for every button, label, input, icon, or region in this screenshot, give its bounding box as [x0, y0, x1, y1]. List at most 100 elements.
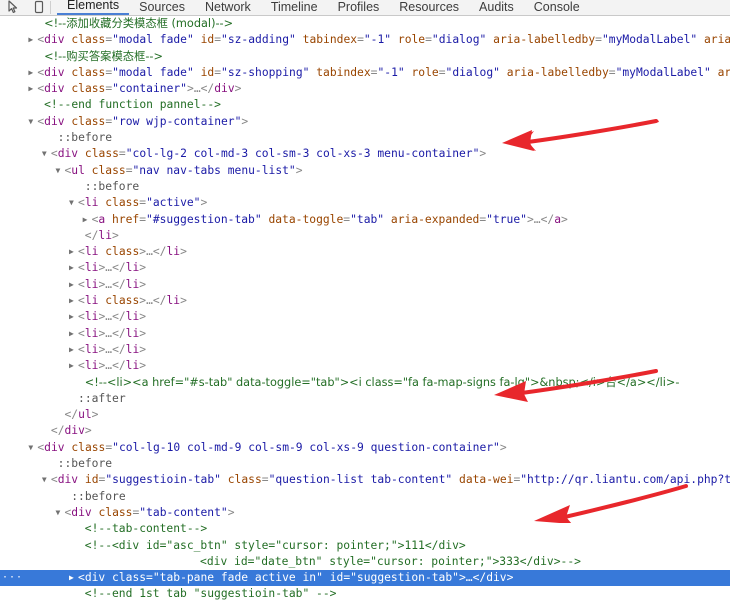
dom-tree-line[interactable]: ▼ <div class="col-lg-10 col-md-9 col-sm-9…: [0, 440, 730, 456]
expand-triangle-closed-icon[interactable]: ▶: [69, 326, 78, 342]
code-token-punct: =: [146, 571, 153, 585]
code-token-punct: <: [78, 294, 85, 308]
triangle-placeholder: [76, 375, 85, 391]
device-toolbar-icon[interactable]: [32, 0, 46, 15]
code-token-tag: div: [44, 440, 65, 454]
tab-audits[interactable]: Audits: [469, 0, 524, 15]
triangle-placeholder: [49, 130, 58, 146]
dom-tree-line[interactable]: ▶ <li>…</li>: [0, 309, 730, 325]
dom-tree-line[interactable]: <!--end function pannel-->: [0, 97, 730, 113]
dom-tree-line[interactable]: ::before: [0, 179, 730, 195]
code-token-tag: div: [44, 65, 65, 79]
dom-tree-line[interactable]: ▶ <li>…</li>: [0, 342, 730, 358]
code-token-punct: >: [227, 505, 235, 519]
dom-tree-line[interactable]: ▼ <div class="tab-content">: [0, 505, 730, 521]
code-token-cmt: <!--end function pannel-->: [44, 98, 221, 112]
code-token-punct: </: [84, 228, 99, 242]
code-token-tag: li: [98, 228, 113, 242]
code-token-attr: class: [98, 294, 140, 308]
devtools-toolbar: Elements Sources Network Timeline Profil…: [0, 0, 730, 16]
code-token-tag: li: [84, 359, 99, 373]
dom-tree-line[interactable]: </ul>: [0, 407, 730, 423]
dom-tree-line[interactable]: <!--<div id="asc_btn" style="cursor: poi…: [0, 538, 730, 554]
code-token-pseudo: ::after: [78, 391, 126, 405]
expand-triangle-closed-icon[interactable]: ▶: [69, 244, 78, 260]
dom-tree-line[interactable]: ▶ <div class="container">…</div>: [0, 81, 730, 97]
dom-tree-line[interactable]: </li>: [0, 228, 730, 244]
code-token-tag: li: [84, 310, 99, 324]
dom-tree-line[interactable]: ▼ <div id="suggestioin-tab" class="questi…: [0, 472, 730, 488]
expand-triangle-closed-icon[interactable]: ▶: [69, 277, 78, 293]
code-token-punct: <: [78, 245, 85, 259]
dom-tree-line[interactable]: ▼ <ul class="nav nav-tabs menu-list">: [0, 163, 730, 179]
tab-elements[interactable]: Elements: [57, 0, 130, 15]
expand-triangle-closed-icon[interactable]: ▶: [69, 358, 78, 374]
expand-triangle-open-icon[interactable]: ▼: [28, 440, 37, 456]
expand-triangle-open-icon[interactable]: ▼: [42, 146, 51, 162]
dom-tree-line[interactable]: ··· ▶ <div class="tab-pane fade active in"…: [0, 570, 730, 587]
expand-triangle-closed-icon[interactable]: ▶: [28, 65, 37, 81]
dom-tree-line[interactable]: ::after: [0, 391, 730, 407]
dom-tree-line[interactable]: <!--购买答案模态框-->: [0, 49, 730, 65]
code-token-punct: >: [112, 228, 119, 242]
dom-tree-line[interactable]: ::before: [0, 489, 730, 505]
code-token-dots: …: [146, 294, 153, 308]
code-token-val: "myModalLabel": [615, 65, 711, 79]
dom-tree-line[interactable]: ▼ <div class="row wjp-container">: [0, 114, 730, 130]
dom-tree-line[interactable]: ▶ <li class>…</li>: [0, 244, 730, 260]
expand-triangle-closed-icon[interactable]: ▶: [69, 293, 78, 309]
expand-triangle-closed-icon[interactable]: ▶: [28, 32, 37, 48]
dom-tree-line[interactable]: <!--添加收藏分类模态框 (modal)-->: [0, 16, 730, 32]
tab-network[interactable]: Network: [195, 0, 261, 15]
code-token-attr: aria-labelledby: [486, 33, 596, 47]
code-token-attr: aria-labelledby: [499, 65, 609, 79]
dom-tree-line[interactable]: ▶ <div class="modal fade" id="sz-adding" …: [0, 32, 730, 48]
code-token-punct: >: [180, 294, 187, 308]
selected-node-ellipsis-badge[interactable]: ···: [2, 573, 22, 583]
tab-timeline[interactable]: Timeline: [261, 0, 328, 15]
expand-triangle-closed-icon[interactable]: ▶: [69, 342, 78, 358]
code-token-attr: class: [64, 440, 106, 454]
dom-tree-line[interactable]: ▼ <div class="col-lg-2 col-md-3 col-sm-3 …: [0, 146, 730, 162]
expand-triangle-closed-icon[interactable]: ▶: [28, 81, 37, 97]
expand-triangle-open-icon[interactable]: ▼: [42, 472, 51, 488]
dom-tree-line[interactable]: ::before: [0, 456, 730, 472]
code-token-attr: data-toggle: [261, 212, 344, 226]
tab-resources[interactable]: Resources: [389, 0, 469, 15]
code-token-tag: li: [84, 245, 99, 259]
code-token-punct: </: [112, 277, 126, 291]
code-token-punct: =: [139, 212, 147, 226]
dom-tree-line[interactable]: ▶ <li>…</li>: [0, 277, 730, 293]
expand-triangle-closed-icon[interactable]: ▶: [69, 570, 78, 586]
dom-tree-line[interactable]: ▶ <div class="modal fade" id="sz-shopping…: [0, 65, 730, 81]
triangle-placeholder: [191, 554, 200, 570]
dom-tree-line[interactable]: ▶ <li>…</li>: [0, 326, 730, 342]
code-token-punct: <: [50, 473, 58, 487]
dom-tree-line[interactable]: <div id="date_btn" style="cursor: pointe…: [0, 554, 730, 570]
tab-profiles[interactable]: Profiles: [328, 0, 390, 15]
expand-triangle-closed-icon[interactable]: ▶: [83, 212, 92, 228]
expand-triangle-closed-icon[interactable]: ▶: [69, 260, 78, 276]
code-token-punct: >: [561, 212, 568, 226]
inspect-element-icon[interactable]: [6, 0, 20, 15]
expand-triangle-open-icon[interactable]: ▼: [28, 114, 37, 130]
tab-sources[interactable]: Sources: [129, 0, 195, 15]
dom-tree-line[interactable]: ::before: [0, 130, 730, 146]
tab-console[interactable]: Console: [524, 0, 590, 15]
expand-triangle-open-icon[interactable]: ▼: [69, 195, 78, 211]
dom-tree-line[interactable]: ▶ <li>…</li>: [0, 358, 730, 374]
dom-tree-line[interactable]: <!--tab-content-->: [0, 521, 730, 537]
expand-triangle-closed-icon[interactable]: ▶: [69, 309, 78, 325]
code-token-punct: </: [152, 245, 167, 259]
code-token-punct: <: [78, 359, 85, 373]
dom-tree-line[interactable]: ▼ <li class="active">: [0, 195, 730, 211]
dom-tree-line[interactable]: <!--<li><a href="#s-tab" data-toggle="ta…: [0, 375, 730, 391]
dom-tree-line[interactable]: </div>: [0, 423, 730, 439]
dom-tree-line[interactable]: ▶ <a href="#suggestion-tab" data-toggle="…: [0, 212, 730, 228]
dom-tree-line[interactable]: ▶ <li>…</li>: [0, 260, 730, 276]
code-token-punct: =: [438, 65, 446, 79]
dom-tree-line[interactable]: ▶ <li class>…</li>: [0, 293, 730, 309]
code-token-attr: id: [193, 65, 215, 79]
code-token-punct: =: [118, 147, 126, 161]
elements-dom-tree[interactable]: <!--添加收藏分类模态框 (modal)--> ▶ <div class="mod…: [0, 16, 730, 602]
